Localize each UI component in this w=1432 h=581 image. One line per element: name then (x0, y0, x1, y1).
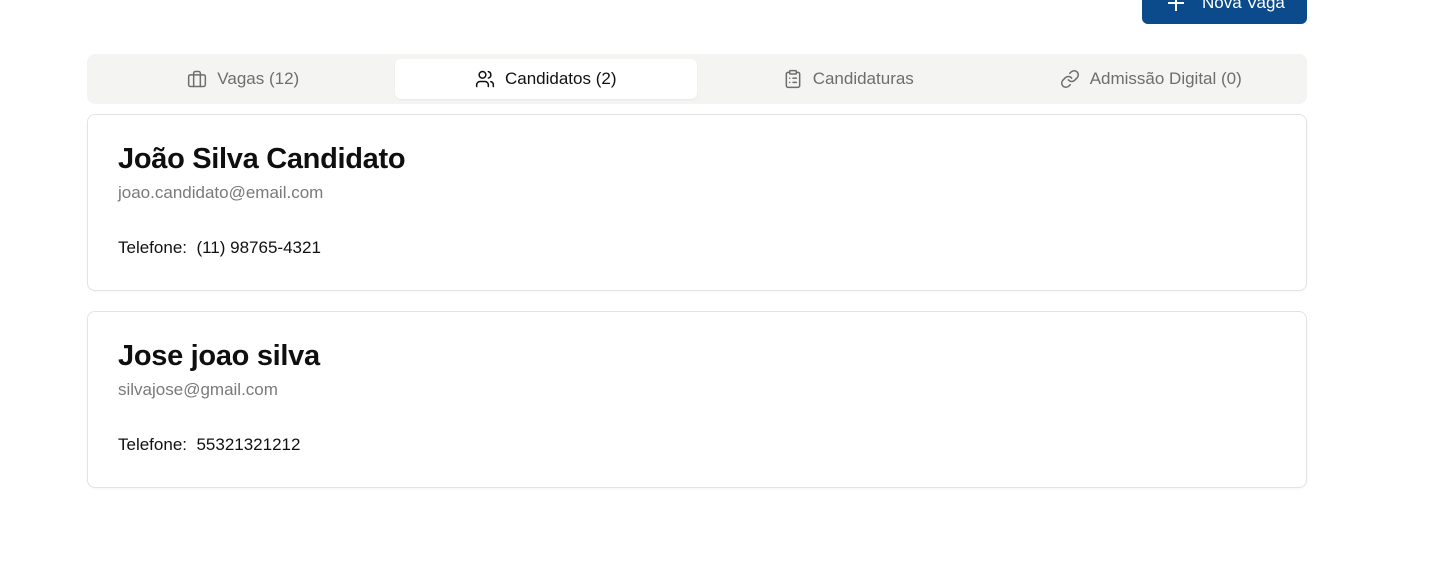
tab-admissao-digital[interactable]: Admissão Digital (0) (1000, 59, 1303, 99)
candidate-phone-row: Telefone: (11) 98765-4321 (118, 238, 321, 258)
phone-value: 55321321212 (196, 435, 301, 454)
new-job-button[interactable]: Nova Vaga (1142, 0, 1307, 24)
candidate-email: silvajose@gmail.com (118, 380, 278, 399)
candidate-name: Jose joao silva (118, 340, 320, 372)
briefcase-icon (188, 70, 207, 88)
users-icon (475, 70, 495, 88)
clipboard-icon (785, 69, 801, 89)
candidate-name: João Silva Candidato (118, 143, 406, 175)
link-icon (1060, 69, 1079, 89)
tab-vagas[interactable]: Vagas (12) (92, 59, 395, 99)
phone-value: (11) 98765-4321 (196, 238, 321, 257)
tabs-bar: Vagas (12) Candidatos (2) Candidaturas A… (87, 54, 1307, 104)
tab-candidaturas[interactable]: Candidaturas (697, 59, 1000, 99)
page: Nova Vaga Vagas (12) Candidatos (2) Cand… (0, 0, 1432, 581)
phone-label: Telefone: (118, 238, 187, 257)
new-job-button-label: Nova Vaga (1202, 0, 1285, 12)
tab-label: Candidaturas (812, 69, 914, 88)
tab-label: Admissão Digital (0) (1089, 69, 1242, 88)
candidate-card[interactable]: Jose joao silva silvajose@gmail.com Tele… (87, 311, 1307, 488)
tab-label: Vagas (12) (217, 69, 300, 88)
phone-label: Telefone: (118, 435, 187, 454)
tab-label: Candidatos (2) (504, 69, 617, 88)
candidate-card[interactable]: João Silva Candidato joao.candidato@emai… (87, 114, 1307, 291)
plus-icon (1168, 0, 1184, 11)
candidate-email: joao.candidato@email.com (118, 183, 324, 202)
tab-candidatos[interactable]: Candidatos (2) (394, 59, 697, 99)
candidate-phone-row: Telefone: 55321321212 (118, 435, 300, 455)
